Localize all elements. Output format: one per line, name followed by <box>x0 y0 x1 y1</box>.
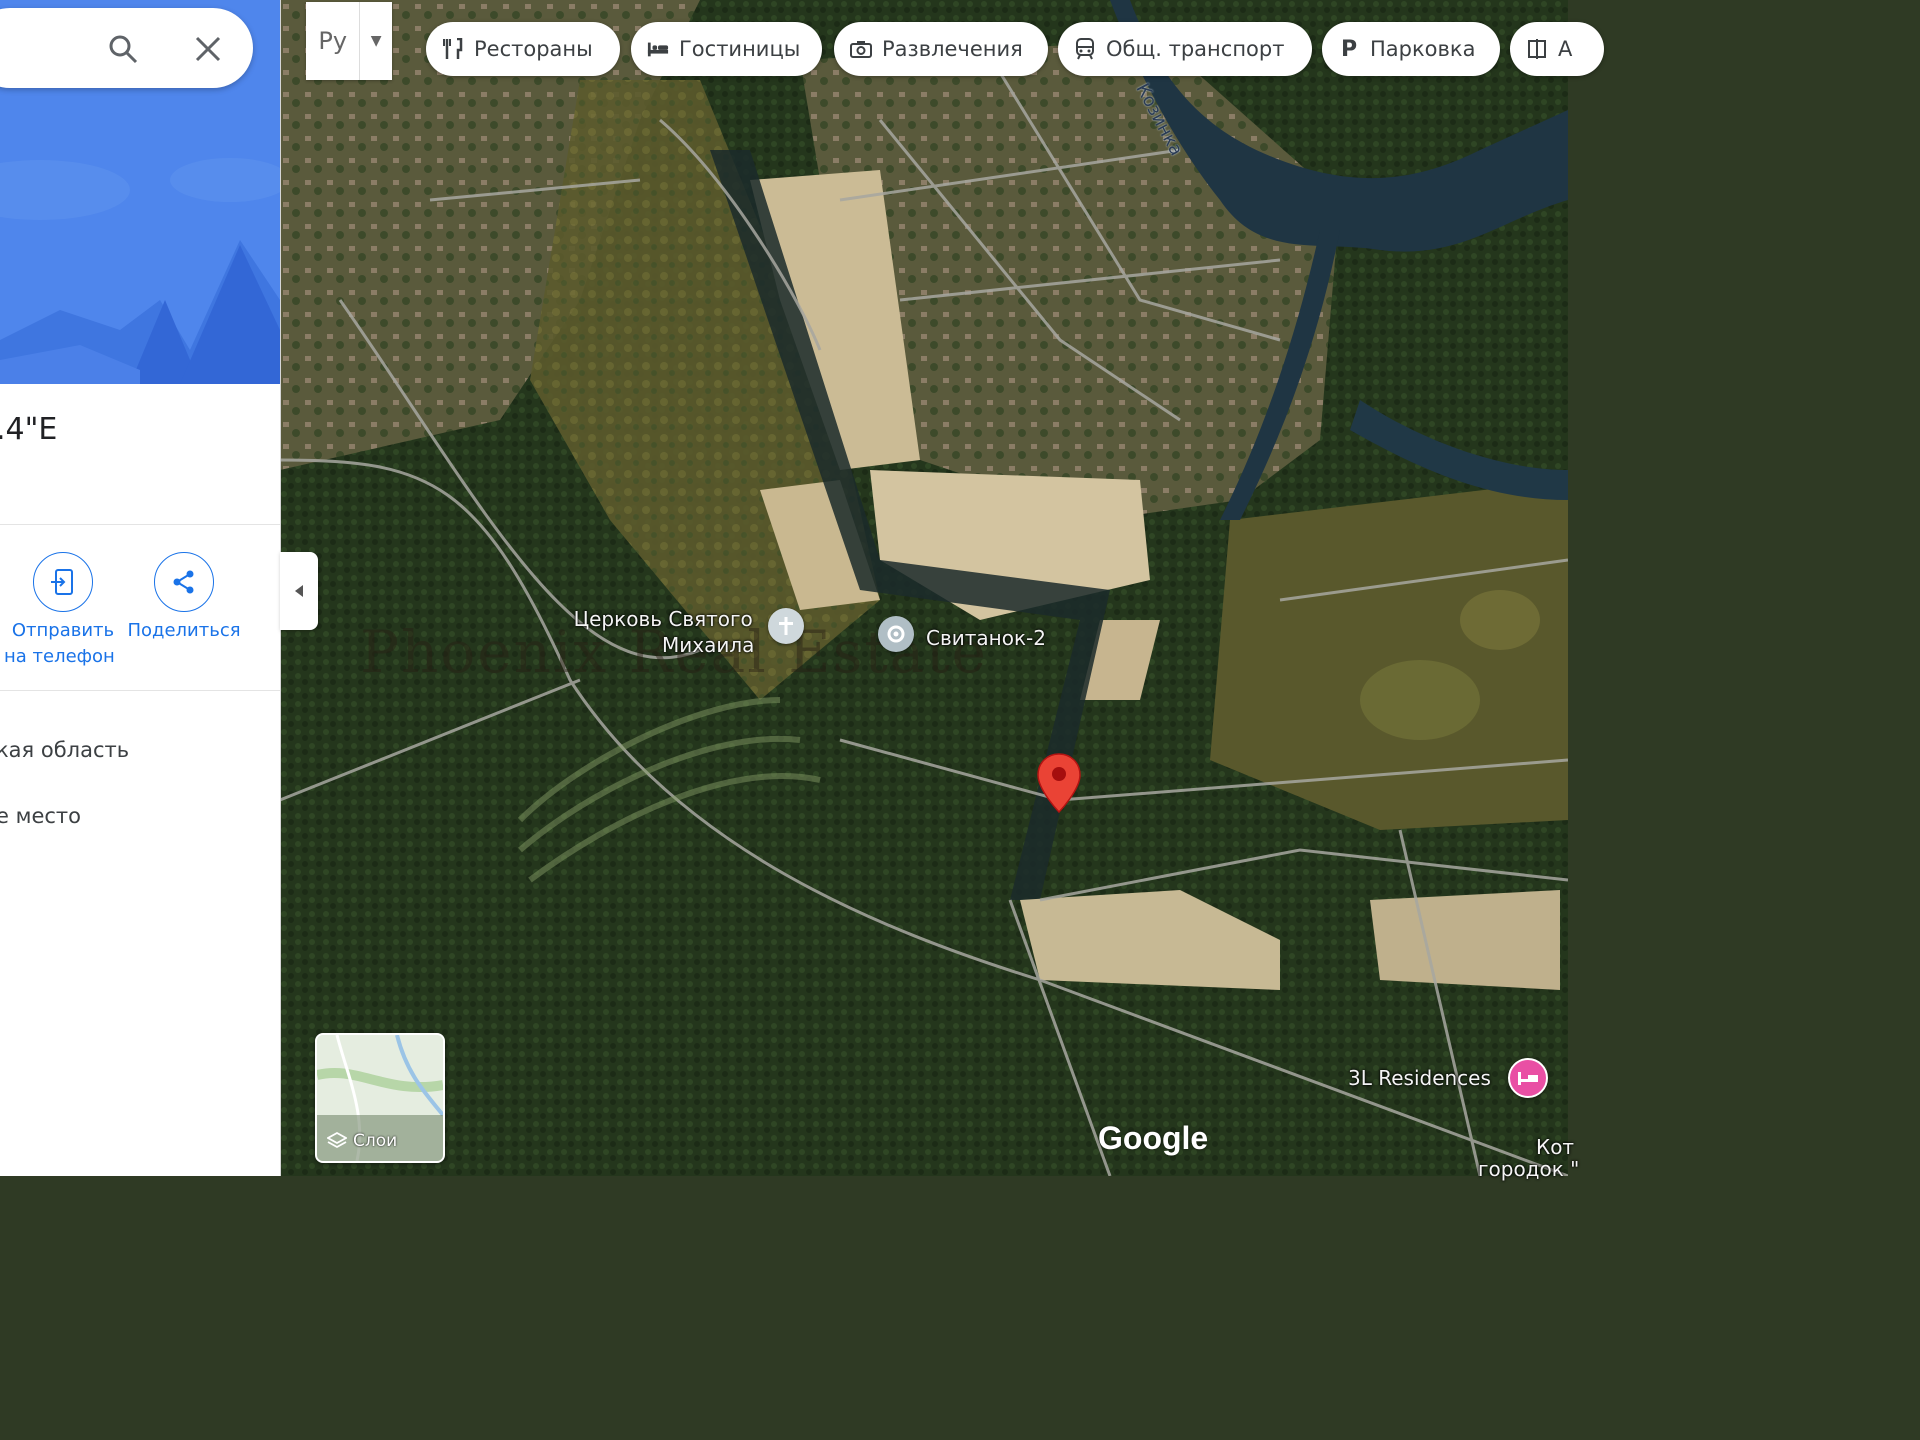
divider <box>0 690 280 691</box>
divider <box>0 524 280 525</box>
church-label[interactable]: Церковь Святого Михаила <box>572 606 755 658</box>
transit-icon <box>1074 38 1096 60</box>
search-box[interactable] <box>0 8 253 88</box>
layers-label-row: Слои <box>327 1131 397 1151</box>
coordinates-text: .4"E <box>0 412 58 447</box>
share-icon <box>154 552 214 612</box>
close-icon[interactable] <box>193 34 223 64</box>
church-label-line2: Михаила <box>662 633 755 657</box>
share-label: Поделиться <box>127 620 241 641</box>
chip-parking[interactable]: P Парковка <box>1322 22 1500 76</box>
location-pin-icon[interactable] <box>1036 752 1082 814</box>
chip-restaurants[interactable]: Рестораны <box>426 22 620 76</box>
place-icon[interactable] <box>878 616 914 652</box>
share-button[interactable]: Поделиться <box>122 552 246 644</box>
cottage-label-line1: Кот <box>1536 1135 1575 1159</box>
place-label[interactable]: Свитанок-2 <box>926 626 1046 650</box>
send-to-phone-icon <box>33 552 93 612</box>
camera-icon <box>850 38 872 60</box>
language-selector[interactable]: Ру ▼ <box>306 2 392 80</box>
cottage-town-label[interactable]: Кот городок " <box>1478 1136 1579 1180</box>
chip-label: Развлечения <box>882 37 1023 61</box>
hotel-poi-icon[interactable] <box>1508 1058 1548 1098</box>
chip-more[interactable]: А <box>1510 22 1604 76</box>
layers-label: Слои <box>353 1131 398 1151</box>
send-to-phone-label-1: Отправить <box>11 620 115 641</box>
chip-entertainment[interactable]: Развлечения <box>834 22 1048 76</box>
chip-hotels[interactable]: Гостиницы <box>631 22 822 76</box>
chip-label: Рестораны <box>474 37 593 61</box>
parking-icon: P <box>1340 36 1358 62</box>
send-to-phone-button[interactable]: Отправить на телефон <box>4 552 122 670</box>
more-icon <box>1526 38 1548 60</box>
hotel-icon <box>647 38 669 60</box>
cottage-label-line2: городок " <box>1478 1157 1580 1181</box>
chip-label: Парковка <box>1370 37 1476 61</box>
chip-label: А <box>1558 37 1573 61</box>
language-label: Ру <box>306 2 361 80</box>
save-place-line[interactable]: е место <box>0 804 81 828</box>
restaurant-icon <box>442 38 464 60</box>
chevron-left-icon <box>295 585 303 597</box>
chip-label: Общ. транспорт <box>1106 37 1285 61</box>
church-icon[interactable] <box>768 608 804 644</box>
satellite-map[interactable] <box>280 0 1568 1176</box>
collapse-panel-button[interactable] <box>280 552 318 630</box>
address-line[interactable]: кая область <box>0 738 129 762</box>
chevron-down-icon[interactable]: ▼ <box>360 2 392 80</box>
hotel-label[interactable]: 3L Residences <box>1348 1066 1491 1090</box>
send-to-phone-label-2: на телефон <box>4 646 115 667</box>
search-icon[interactable] <box>108 34 138 64</box>
google-logo: Google <box>1098 1120 1209 1156</box>
church-label-line1: Церковь Святого <box>573 607 753 631</box>
chip-label: Гостиницы <box>679 37 801 61</box>
chip-transit[interactable]: Общ. транспорт <box>1058 22 1312 76</box>
satellite-imagery <box>280 0 1568 1176</box>
layers-icon <box>327 1131 347 1149</box>
side-panel: .4"E Отправить на телефон Поделиться кая… <box>0 0 281 1176</box>
layers-button[interactable]: Слои <box>315 1033 445 1163</box>
